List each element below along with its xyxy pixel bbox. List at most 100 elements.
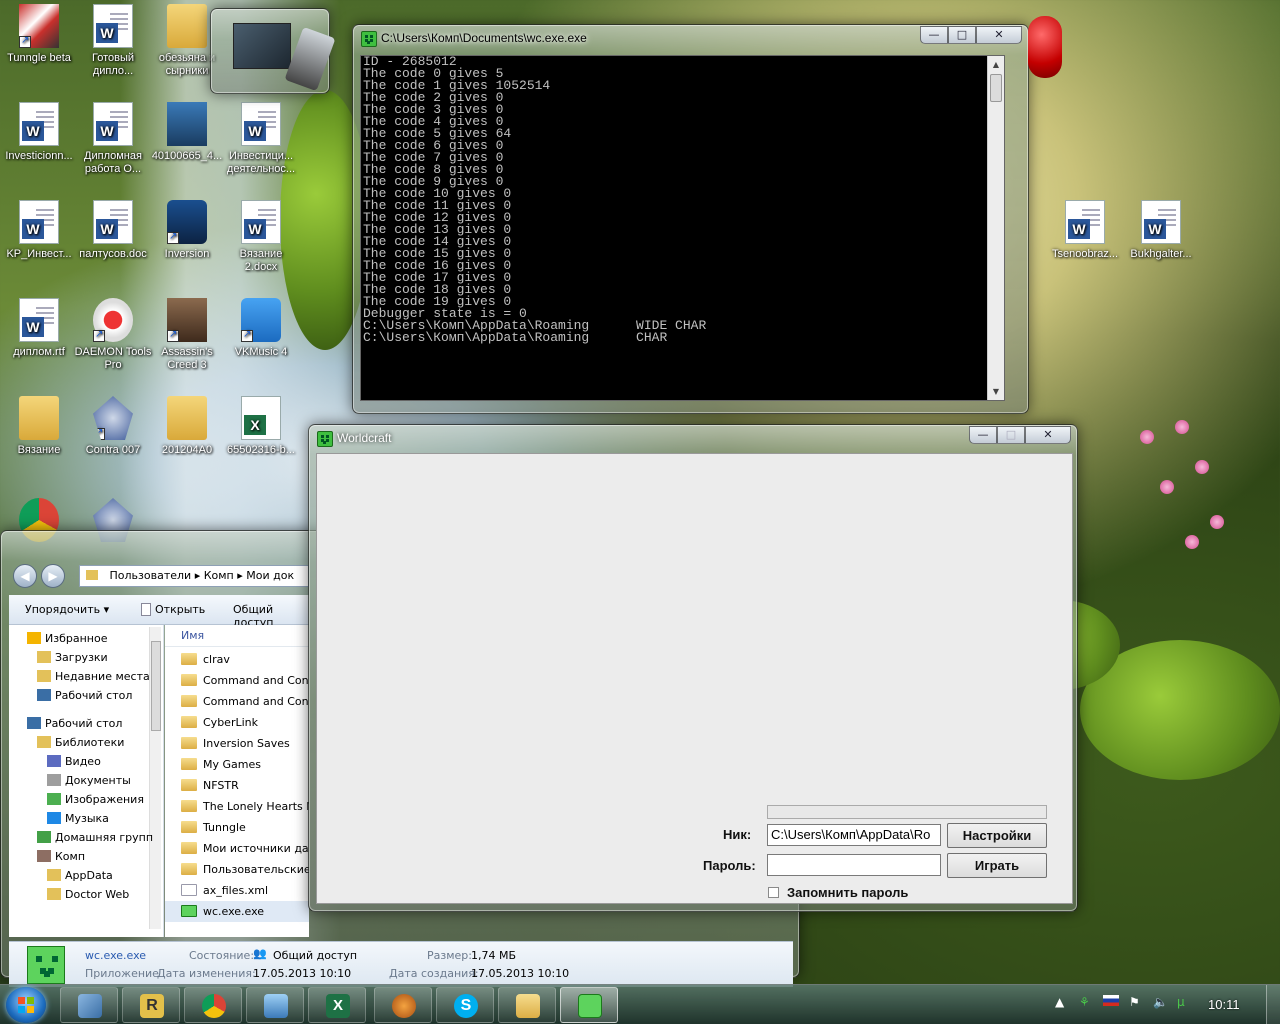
taskbar-app[interactable] xyxy=(374,987,432,1023)
file-row[interactable]: Inversion Saves xyxy=(165,733,309,754)
taskbar-app[interactable] xyxy=(498,987,556,1023)
tray-expand-icon[interactable]: ▲ xyxy=(1055,995,1064,1009)
show-desktop-button[interactable] xyxy=(1266,985,1280,1024)
desktop-icon[interactable]: Инвестици... деятельнос... xyxy=(222,102,300,176)
nav-item[interactable]: Домашняя групп xyxy=(37,828,153,847)
taskbar-app[interactable]: R xyxy=(122,987,180,1023)
maximize-button[interactable]: □ xyxy=(997,426,1025,444)
password-input[interactable] xyxy=(767,854,941,876)
file-list[interactable]: Имя clrav Command and Conq Command and Con… xyxy=(165,625,309,937)
nav-item[interactable]: Doctor Web xyxy=(47,885,129,904)
nav-item[interactable]: Избранное xyxy=(27,629,107,648)
nav-item[interactable]: Рабочий стол xyxy=(27,714,122,733)
desktop-icon[interactable]: Готовый дипло... xyxy=(74,4,152,78)
file-row[interactable]: ax_files.xml xyxy=(165,880,309,901)
desktop-icon[interactable]: KP_Инвест... xyxy=(0,200,78,261)
word-icon xyxy=(1065,200,1105,244)
nick-input[interactable]: C:\Users\Комп\AppData\Ro xyxy=(767,824,941,846)
nav-item[interactable]: Изображения xyxy=(47,790,144,809)
desktop-icon[interactable]: 65502316-b... xyxy=(222,396,300,457)
nav-item[interactable]: Документы xyxy=(47,771,131,790)
volume-icon[interactable]: 🔈 xyxy=(1153,995,1168,1009)
taskbar-app[interactable] xyxy=(60,987,118,1023)
file-row[interactable]: Command and Conq xyxy=(165,691,309,712)
desktop-icon[interactable]: DAEMON Tools Pro xyxy=(74,298,152,372)
organize-button[interactable]: Упорядочить ▾ xyxy=(25,603,109,616)
nav-item[interactable]: Рабочий стол xyxy=(37,686,132,705)
taskbar-app[interactable]: X xyxy=(308,987,366,1023)
file-row[interactable]: Пользовательские ш xyxy=(165,859,309,880)
desktop-icon[interactable]: Investicionn... xyxy=(0,102,78,163)
desktop-icon[interactable]: 201204A0 xyxy=(148,396,226,457)
desktop-icon[interactable]: палтусов.doc xyxy=(74,200,152,261)
taskbar-thumbnail-preview[interactable] xyxy=(210,8,336,94)
close-button[interactable]: ✕ xyxy=(1025,426,1071,444)
file-name: Tunngle xyxy=(203,821,246,834)
clock[interactable]: 10:11 xyxy=(1208,997,1240,1012)
play-button[interactable]: Играть xyxy=(947,853,1047,878)
desktop-icon[interactable]: Tunngle beta xyxy=(0,4,78,65)
file-row[interactable]: The Lonely Hearts Mu xyxy=(165,796,309,817)
scroll-up-arrow-icon[interactable]: ▲ xyxy=(988,56,1004,73)
nav-scrollbar[interactable] xyxy=(149,627,161,929)
file-row[interactable]: wc.exe.exe xyxy=(165,901,309,922)
file-row[interactable]: CyberLink xyxy=(165,712,309,733)
action-center-icon[interactable]: ⚑ xyxy=(1129,995,1140,1009)
desktop-icon[interactable]: VKMusic 4 xyxy=(222,298,300,359)
breadcrumb-item[interactable]: Мои док xyxy=(246,569,294,582)
file-row[interactable]: clrav xyxy=(165,649,309,670)
desktop-icon[interactable]: Contra 007 xyxy=(74,396,152,457)
nav-item[interactable]: Недавние места xyxy=(37,667,150,686)
breadcrumb-item[interactable]: Пользователи xyxy=(110,569,192,582)
nav-scroll-thumb[interactable] xyxy=(151,641,161,731)
remember-password-checkbox[interactable] xyxy=(768,887,779,898)
desktop-icon[interactable]: Вязание 2.docx xyxy=(222,200,300,274)
file-row[interactable]: NFSTR xyxy=(165,775,309,796)
console-output[interactable]: ID - 2685012 The code 0 gives 5 The code 1… xyxy=(360,55,1005,401)
excel-icon: X xyxy=(326,994,350,1018)
desktop-icon[interactable]: Вязание xyxy=(0,396,78,457)
desktop-icon-label: Готовый дипло... xyxy=(91,52,135,77)
taskbar-app[interactable]: S xyxy=(436,987,494,1023)
open-button[interactable]: Открыть xyxy=(141,603,205,616)
desktop-icon[interactable]: Дипломная работа О... xyxy=(74,102,152,176)
red-widget-icon[interactable] xyxy=(1028,16,1062,78)
nav-item[interactable]: Библиотеки xyxy=(37,733,124,752)
minimize-button[interactable]: — xyxy=(920,26,948,44)
address-bar[interactable]: Пользователи ▸ Комп ▸ Мои док xyxy=(79,565,309,587)
nav-item[interactable]: Музыка xyxy=(47,809,109,828)
console-scrollbar[interactable]: ▲ ▼ xyxy=(987,56,1004,400)
scroll-down-arrow-icon[interactable]: ▼ xyxy=(988,383,1004,400)
file-row[interactable]: Command and Conq xyxy=(165,670,309,691)
navigation-pane[interactable]: Избранное Загрузки Недавние места Рабочий с… xyxy=(9,625,164,937)
desktop-icon[interactable]: Bukhgalter... xyxy=(1122,200,1200,261)
taskbar-app[interactable] xyxy=(560,987,618,1023)
file-row[interactable]: Мои источники дан xyxy=(165,838,309,859)
file-row[interactable]: Tunngle xyxy=(165,817,309,838)
column-header-name[interactable]: Имя xyxy=(165,625,309,647)
forward-button[interactable]: ▶ xyxy=(41,564,65,588)
torrent-icon[interactable]: µ xyxy=(1177,995,1185,1009)
start-button[interactable] xyxy=(6,987,46,1023)
nav-item[interactable]: Видео xyxy=(47,752,101,771)
scroll-thumb[interactable] xyxy=(990,74,1002,102)
breadcrumb-item[interactable]: Комп xyxy=(204,569,234,582)
taskbar-app[interactable] xyxy=(246,987,304,1023)
minimize-button[interactable]: — xyxy=(969,426,997,444)
desktop-icon[interactable]: Assassin's Creed 3 xyxy=(148,298,226,372)
file-row[interactable]: My Games xyxy=(165,754,309,775)
settings-button[interactable]: Настройки xyxy=(947,823,1047,848)
close-button[interactable]: ✕ xyxy=(976,26,1022,44)
network-status-icon[interactable]: ⚘ xyxy=(1079,995,1090,1009)
maximize-button[interactable]: □ xyxy=(948,26,976,44)
nav-item[interactable]: Комп xyxy=(37,847,85,866)
desktop-icon[interactable]: диплом.rtf xyxy=(0,298,78,359)
desktop-icon[interactable]: Inversion xyxy=(148,200,226,261)
back-button[interactable]: ◀ xyxy=(13,564,37,588)
taskbar-app[interactable] xyxy=(184,987,242,1023)
desktop-icon[interactable]: Tsenoobraz... xyxy=(1046,200,1124,261)
nav-item[interactable]: Загрузки xyxy=(37,648,108,667)
nav-item[interactable]: AppData xyxy=(47,866,113,885)
desktop-icon[interactable]: 40100665_4... xyxy=(148,102,226,163)
remember-password-label[interactable]: Запомнить пароль xyxy=(787,885,908,900)
